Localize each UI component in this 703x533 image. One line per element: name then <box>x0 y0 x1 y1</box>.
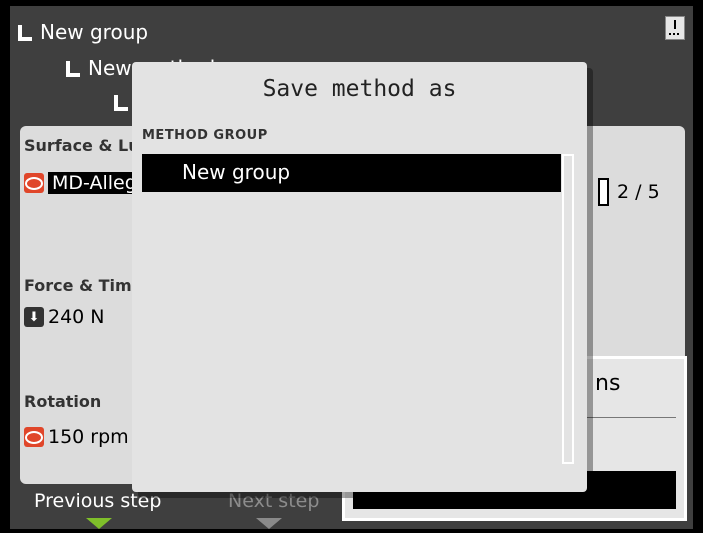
step-counter: 2 / 5 <box>598 178 660 206</box>
previous-step-button[interactable]: Previous step <box>34 490 161 512</box>
method-group-item[interactable]: New group <box>142 154 561 192</box>
force-row[interactable]: ⬇ 240 N <box>24 306 105 328</box>
dialog-title: Save method as <box>262 76 457 102</box>
tree-branch-icon <box>66 61 80 77</box>
step-counter-text: 2 / 5 <box>617 181 660 203</box>
tree-branch-icon <box>114 95 128 111</box>
rotation-row[interactable]: 150 rpm <box>24 426 129 448</box>
rotation-section-title: Rotation <box>24 392 102 411</box>
tree-item-group[interactable]: New group <box>18 20 148 44</box>
screen: New group New method Surface & Lubricant… <box>10 6 693 529</box>
next-step-arrow-icon <box>256 518 282 529</box>
force-section-title: Force & Time <box>24 276 143 295</box>
background-dialog-title: ns <box>595 371 621 396</box>
save-method-dialog: Save method as METHOD GROUP New group <box>132 62 587 492</box>
force-arrow-icon: ⬇ <box>24 307 44 327</box>
method-group-label: METHOD GROUP <box>142 128 268 143</box>
tree-item-group-label: New group <box>40 20 149 44</box>
surface-icon <box>24 173 44 193</box>
download-icon[interactable] <box>665 16 685 40</box>
rotation-value: 150 rpm <box>48 426 129 448</box>
step-scroll-indicator <box>598 178 609 206</box>
previous-step-arrow-icon <box>86 518 112 529</box>
tree-branch-icon <box>18 25 32 41</box>
scrollbar[interactable] <box>562 154 574 464</box>
rotation-icon <box>24 427 44 447</box>
next-step-button[interactable]: Next step <box>228 490 319 512</box>
force-value: 240 N <box>48 306 105 328</box>
method-group-item-label: New group <box>182 160 291 184</box>
